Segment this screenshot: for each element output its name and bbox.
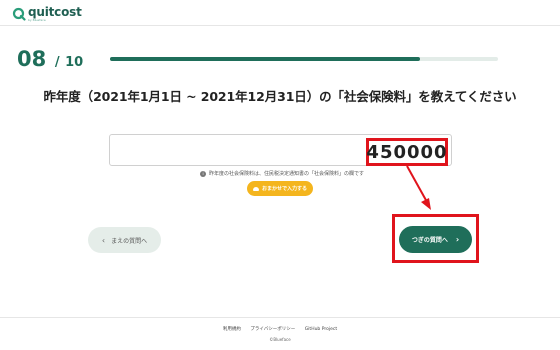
step-current: 08 <box>17 47 47 71</box>
logo-q-icon <box>12 6 26 21</box>
copyright: ©Blueface <box>269 337 291 342</box>
progress-fill <box>110 57 421 61</box>
progress-bar <box>110 57 498 61</box>
site-header: quitcost by Blueface <box>0 0 560 26</box>
footer-link-privacy[interactable]: プライバシーポリシー <box>250 327 295 332</box>
next-question-button[interactable]: つぎの質問へ › <box>399 226 472 253</box>
footer-link-github[interactable]: GitHub Project <box>305 327 337 332</box>
previous-question-label: まえの質問へ <box>111 237 148 245</box>
info-icon: i <box>200 170 206 177</box>
hint-label: 昨年度の社会保険料は、住民税決定通知書の「社会保険料」の欄です <box>209 171 365 177</box>
chevron-right-icon: › <box>455 235 460 244</box>
input-value-highlight: 450000 <box>366 138 448 166</box>
logo-text: quitcost <box>28 5 82 19</box>
question-title: 昨年度（2021年1月1日 ~ 2021年12月31日）の「社会保険料」を教えて… <box>43 89 517 104</box>
site-footer: 利用規約 プライバシーポリシー GitHub Project ©Blueface <box>0 317 560 350</box>
logo-subtext: by Blueface <box>28 18 46 22</box>
footer-link-terms[interactable]: 利用規約 <box>223 327 241 332</box>
hint-text: i 昨年度の社会保険料は、住民税決定通知書の「社会保険料」の欄です <box>200 170 364 177</box>
cloud-icon <box>252 186 259 191</box>
footer-links: 利用規約 プライバシーポリシー GitHub Project <box>0 326 560 332</box>
auto-fill-label: おまかせで入力する <box>261 186 307 192</box>
step-counter: 08 / 10 <box>17 47 83 71</box>
step-total: 10 <box>65 55 84 70</box>
chevron-left-icon: ‹ <box>101 235 106 245</box>
step-separator: / <box>54 55 60 70</box>
quitcost-logo[interactable]: quitcost by Blueface <box>12 5 82 22</box>
auto-fill-button[interactable]: おまかせで入力する <box>247 181 313 196</box>
previous-question-button[interactable]: ‹ まえの質問へ <box>88 227 161 253</box>
next-question-label: つぎの質問へ <box>411 237 448 244</box>
